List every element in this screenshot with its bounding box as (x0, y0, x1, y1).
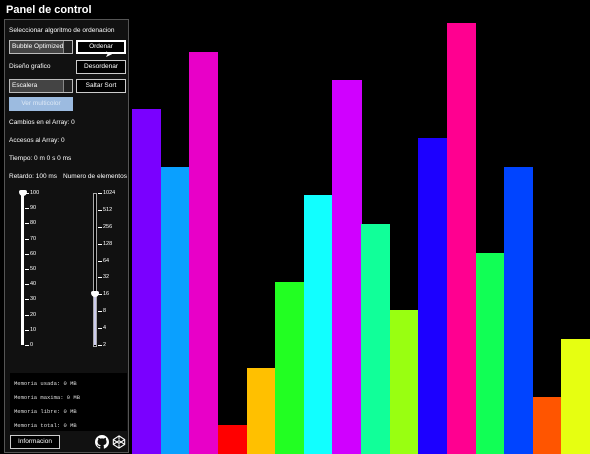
elements-tick-label: 8 (103, 308, 107, 315)
sort-bar (532, 396, 562, 454)
delay-tick (25, 314, 29, 316)
sort-bar (561, 339, 590, 454)
elements-tick (98, 345, 102, 346)
delay-label: Retardo: 100 ms (9, 173, 58, 180)
algorithm-select-value: Bubble Optimized (12, 43, 64, 50)
elements-tick-label: 32 (103, 274, 110, 281)
delay-tick-label: 80 (30, 220, 37, 227)
chevron-down-icon[interactable] (63, 41, 72, 53)
time-text: Tiempo: 0 m 0 s 0 ms (9, 155, 72, 162)
mouse-cursor-icon: ➤ (105, 49, 113, 59)
chevron-down-icon[interactable] (63, 80, 72, 92)
memory-max-text: Memoria maxima: 0 MB (14, 394, 81, 401)
codepen-icon[interactable] (112, 435, 126, 449)
elements-tick (98, 226, 102, 228)
control-panel: Seleccionar algoritmo de ordenacion Bubb… (4, 19, 129, 453)
elements-tick-label: 256 (103, 223, 113, 230)
sort-bar (389, 310, 419, 454)
sort-bar (217, 425, 247, 454)
sort-bar (361, 224, 391, 454)
delay-tick-label: 0 (30, 342, 34, 348)
delay-slider-track[interactable] (21, 193, 24, 345)
design-select[interactable]: Escalera (9, 79, 73, 93)
info-button[interactable]: Informacion (10, 435, 60, 449)
skip-sort-button[interactable]: Saltar Sort (76, 79, 126, 93)
elements-tick (98, 193, 102, 194)
delay-tick (25, 208, 29, 210)
multicolor-button[interactable]: Ver multicolor (9, 97, 73, 111)
sort-button[interactable]: Ordenar (76, 40, 126, 54)
elements-tick-label: 16 (103, 291, 110, 298)
algorithm-select[interactable]: Bubble Optimized (9, 40, 73, 54)
elements-tick (98, 294, 102, 296)
memory-free-text: Memoria libre: 0 MB (14, 408, 77, 415)
delay-tick-label: 20 (30, 311, 37, 318)
delay-tick-label: 100 (30, 190, 40, 196)
elements-tick (98, 311, 102, 313)
delay-tick (25, 329, 29, 331)
design-label: Diseño grafico (9, 63, 51, 70)
delay-tick-label: 90 (30, 205, 37, 212)
delay-tick-label: 50 (30, 266, 37, 272)
delay-tick-label: 10 (30, 326, 37, 333)
sort-bar (246, 367, 276, 454)
delay-tick (25, 345, 29, 346)
sort-bar (446, 22, 476, 454)
delay-tick (25, 238, 29, 240)
elements-slider-thumb[interactable] (90, 291, 99, 298)
elements-tick (98, 209, 102, 211)
elements-tick (98, 260, 102, 262)
delay-slider-thumb[interactable] (18, 190, 27, 196)
sort-bar (303, 195, 333, 454)
elements-tick-label: 512 (103, 206, 113, 213)
sort-bar (132, 109, 162, 454)
memory-total-text: Memoria total: 0 MB (14, 422, 77, 429)
sort-bars-chart (132, 0, 590, 454)
design-select-value: Escalera (12, 82, 38, 89)
delay-tick (25, 269, 29, 270)
delay-tick (25, 299, 29, 301)
elements-label: Numero de elementos (63, 173, 127, 180)
array-changes-text: Cambios en el Array: 0 (9, 119, 75, 126)
sort-bar (332, 80, 362, 454)
shuffle-button[interactable]: Desordenar (76, 60, 126, 74)
delay-tick-label: 70 (30, 235, 37, 242)
delay-tick-label: 40 (30, 281, 37, 288)
sort-bar (475, 252, 505, 454)
elements-tick (98, 328, 102, 330)
algo-section-label: Seleccionar algoritmo de ordenacion (9, 27, 115, 34)
panel-title: Panel de control (6, 4, 92, 16)
elements-tick-label: 1024 (103, 190, 116, 196)
elements-tick-label: 128 (103, 240, 113, 247)
elements-slider-fill (94, 294, 96, 345)
array-accesses-text: Accesos al Array: 0 (9, 137, 65, 144)
elements-tick-label: 2 (103, 342, 107, 348)
elements-tick (98, 243, 102, 245)
sort-bar (418, 137, 448, 454)
elements-tick (98, 277, 102, 279)
github-icon[interactable] (95, 435, 109, 449)
delay-tick (25, 284, 29, 286)
sort-bar (275, 281, 305, 454)
delay-tick-label: 60 (30, 250, 37, 257)
delay-tick (25, 253, 29, 255)
memory-box: Memoria usada: 0 MB Memoria maxima: 0 MB… (10, 373, 127, 431)
delay-tick-label: 30 (30, 296, 37, 303)
elements-tick-label: 4 (103, 325, 107, 332)
memory-used-text: Memoria usada: 0 MB (14, 380, 77, 387)
elements-tick-label: 64 (103, 257, 110, 264)
sort-bar (504, 166, 534, 454)
sort-bar (160, 166, 190, 454)
delay-tick (25, 223, 29, 225)
sort-bar (189, 51, 219, 454)
